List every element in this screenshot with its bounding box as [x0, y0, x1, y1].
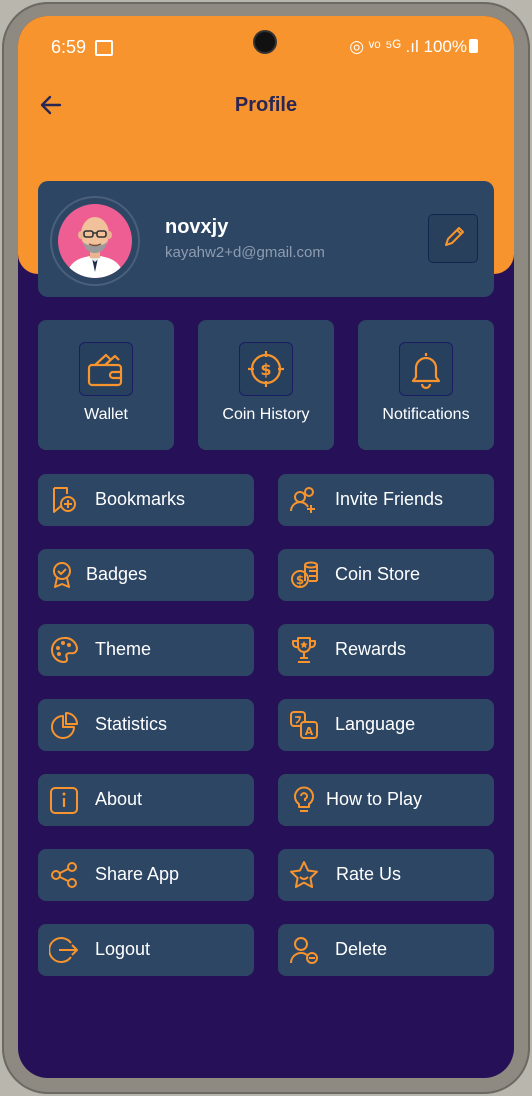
- badges-label: Badges: [86, 564, 148, 584]
- app-screen: 6:59 ◎ ᵛᵒ ⁵ᴳ .ıl 100% Profile novxjy kay…: [18, 16, 514, 1078]
- profile-email: kayahw2+d@gmail.com: [165, 244, 325, 261]
- theme-button[interactable]: Theme: [38, 624, 254, 676]
- badges-button[interactable]: Badges: [38, 549, 254, 601]
- coin-history-label: Coin History: [222, 406, 310, 423]
- top-bar: Profile: [18, 86, 514, 126]
- help-icon: [289, 785, 319, 815]
- coin-history-button[interactable]: $ Coin History: [198, 320, 334, 450]
- coin-store-label: Coin Store: [335, 564, 421, 584]
- language-label: Language: [335, 714, 416, 734]
- palette-icon: [49, 635, 79, 665]
- statistics-button[interactable]: Statistics: [38, 699, 254, 751]
- status-bar: 6:59 ◎ ᵛᵒ ⁵ᴳ .ıl 100%: [18, 16, 514, 76]
- rewards-label: Rewards: [335, 639, 407, 659]
- star-icon: [289, 860, 319, 890]
- delete-label: Delete: [335, 939, 388, 959]
- logout-icon: [49, 935, 79, 965]
- invite-friends-button[interactable]: Invite Friends: [278, 474, 494, 526]
- status-time: 6:59: [51, 37, 87, 57]
- delete-button[interactable]: Delete: [278, 924, 494, 976]
- wallet-label: Wallet: [84, 406, 128, 423]
- svg-text:$: $: [296, 573, 304, 587]
- bookmarks-button[interactable]: Bookmarks: [38, 474, 254, 526]
- logout-label: Logout: [95, 939, 151, 959]
- language-icon: A: [289, 710, 319, 740]
- rewards-button[interactable]: Rewards: [278, 624, 494, 676]
- wallet-icon: [79, 342, 133, 396]
- logout-button[interactable]: Logout: [38, 924, 254, 976]
- share-icon: [49, 860, 79, 890]
- pie-chart-icon: [49, 710, 79, 740]
- notifications-label: Notifications: [382, 406, 470, 423]
- about-button[interactable]: About: [38, 774, 254, 826]
- how-to-play-button[interactable]: How to Play: [278, 774, 494, 826]
- coin-store-button[interactable]: $ Coin Store: [278, 549, 494, 601]
- battery-percent: 100%: [423, 37, 467, 56]
- edit-profile-button[interactable]: [428, 214, 478, 263]
- notifications-button[interactable]: Notifications: [358, 320, 494, 450]
- trophy-icon: [289, 635, 319, 665]
- delete-user-icon: [289, 935, 319, 965]
- bookmarks-label: Bookmarks: [95, 489, 186, 509]
- theme-label: Theme: [95, 639, 152, 659]
- statistics-label: Statistics: [95, 714, 168, 734]
- profile-card: novxjy kayahw2+d@gmail.com: [38, 181, 494, 297]
- bell-icon: [399, 342, 453, 396]
- bookmark-add-icon: [49, 485, 79, 515]
- info-icon: [49, 785, 79, 815]
- svg-text:A: A: [305, 725, 314, 738]
- page-title: Profile: [234, 94, 298, 116]
- invite-friends-label: Invite Friends: [335, 489, 444, 509]
- avatar: [58, 204, 132, 278]
- network-status: ◎ ᵛᵒ ⁵ᴳ .ıl: [349, 37, 419, 56]
- coin-store-icon: $: [289, 560, 319, 590]
- pencil-icon: [445, 227, 464, 246]
- coin-history-icon: $: [239, 342, 293, 396]
- svg-text:$: $: [260, 360, 271, 379]
- language-button[interactable]: A Language: [278, 699, 494, 751]
- share-app-label: Share App: [95, 864, 180, 884]
- share-app-button[interactable]: Share App: [38, 849, 254, 901]
- rate-us-label: Rate Us: [336, 864, 402, 884]
- status-right: ◎ ᵛᵒ ⁵ᴳ .ıl 100%: [349, 37, 478, 57]
- how-to-play-label: How to Play: [326, 789, 423, 809]
- about-label: About: [95, 789, 143, 809]
- battery-icon: [469, 39, 478, 53]
- front-camera: [255, 32, 275, 52]
- avatar-ring: [50, 196, 140, 286]
- profile-name: novxjy: [165, 216, 229, 238]
- phone-frame: 6:59 ◎ ᵛᵒ ⁵ᴳ .ıl 100% Profile novxjy kay…: [2, 2, 530, 1094]
- image-notification-icon: [95, 40, 113, 56]
- add-user-icon: [289, 485, 319, 515]
- wallet-button[interactable]: Wallet: [38, 320, 174, 450]
- badge-icon: [49, 560, 79, 590]
- rate-us-button[interactable]: Rate Us: [278, 849, 494, 901]
